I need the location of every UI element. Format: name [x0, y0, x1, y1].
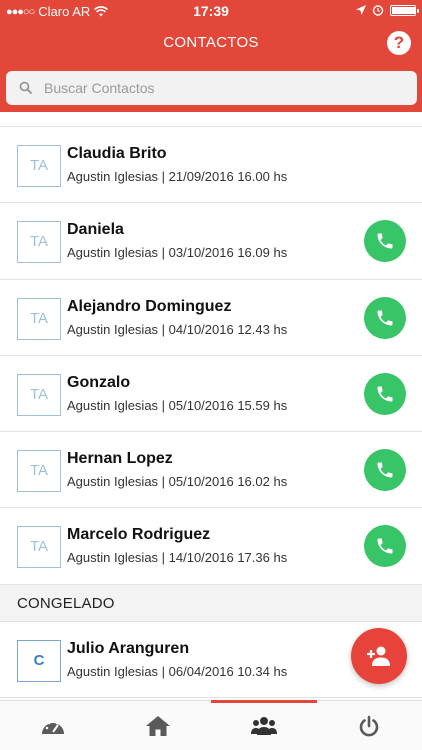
contact-row[interactable]: TA Hernan Lopez Agustin Iglesias | 05/10…	[0, 432, 422, 509]
call-button[interactable]	[364, 220, 406, 263]
status-bar: ●●●○○ Claro AR 17:39	[0, 0, 422, 22]
contact-meta: Agustin Iglesias | 06/04/2016 10.34 hs	[67, 663, 288, 679]
contact-name: Claudia Brito	[67, 145, 167, 162]
section-header-frozen: CONGELADO	[0, 584, 422, 622]
dashboard-icon	[41, 719, 64, 734]
call-button[interactable]	[364, 372, 406, 415]
phone-icon	[377, 462, 393, 478]
contact-name: Julio Aranguren	[67, 639, 190, 657]
call-button[interactable]	[364, 449, 406, 492]
app-screen: ●●●○○ Claro AR 17:39 CONTACTOS ? Buscar …	[0, 0, 422, 750]
phone-icon	[377, 538, 393, 554]
tab-bar	[0, 700, 422, 750]
contact-meta: Agustin Iglesias | 14/10/2016 17.36 hs	[67, 550, 288, 566]
location-icon	[356, 5, 366, 15]
help-button[interactable]: ?	[387, 31, 411, 55]
contact-avatar: TA	[17, 450, 61, 493]
battery-icon	[390, 4, 419, 16]
contact-row[interactable]: TA Claudia Brito Agustin Iglesias | 21/0…	[0, 127, 422, 204]
home-icon	[146, 715, 171, 736]
contact-row[interactable]: TA Gonzalo Agustin Iglesias | 05/10/2016…	[0, 355, 422, 433]
contact-avatar: C	[17, 639, 61, 682]
add-contact-button[interactable]	[351, 628, 407, 684]
power-icon	[360, 715, 379, 736]
contact-avatar: TA	[17, 297, 61, 340]
call-button[interactable]	[364, 525, 406, 568]
contact-name: Daniela	[67, 221, 124, 239]
contact-meta: Agustin Iglesias | 05/10/2016 15.59 hs	[67, 397, 288, 413]
header: ●●●○○ Claro AR 17:39 CONTACTOS ? Buscar …	[0, 0, 422, 112]
contact-meta: Agustin Iglesias | 05/10/2016 16.02 hs	[67, 474, 288, 490]
contact-avatar: TA	[17, 145, 61, 187]
contact-name: Gonzalo	[67, 373, 131, 391]
contact-name: Marcelo Rodriguez	[67, 526, 211, 544]
contact-meta: Agustin Iglesias | 21/09/2016 16.00 hs	[67, 169, 288, 184]
add-person-icon	[367, 646, 390, 666]
phone-icon	[377, 310, 393, 326]
phone-icon	[377, 386, 393, 402]
contact-name: Hernan Lopez	[67, 450, 173, 468]
search-icon	[19, 81, 32, 94]
list-top-divider	[0, 112, 422, 127]
contact-avatar: TA	[17, 373, 61, 416]
contact-row[interactable]: TA Daniela Agustin Iglesias | 03/10/2016…	[0, 203, 422, 280]
contact-row[interactable]: TA Alejandro Dominguez Agustin Iglesias …	[0, 279, 422, 356]
group-icon	[250, 716, 277, 735]
contacts-list[interactable]: TA Claudia Brito Agustin Iglesias | 21/0…	[0, 112, 422, 700]
contact-avatar: TA	[17, 221, 61, 264]
contact-avatar: TA	[17, 526, 61, 569]
phone-icon	[377, 233, 393, 249]
tab-dashboard[interactable]	[0, 701, 106, 750]
search-input[interactable]	[44, 80, 384, 96]
tab-home[interactable]	[106, 701, 212, 750]
contact-meta: Agustin Iglesias | 04/10/2016 12.43 hs	[67, 321, 288, 337]
alarm-icon	[372, 5, 384, 16]
call-button[interactable]	[364, 296, 406, 339]
tab-contacts[interactable]	[211, 700, 317, 750]
tab-logout[interactable]	[317, 701, 422, 750]
search-bar[interactable]	[6, 71, 417, 105]
page-title: CONTACTOS	[163, 34, 259, 51]
contact-meta: Agustin Iglesias | 03/10/2016 16.09 hs	[67, 245, 288, 261]
status-right	[356, 4, 419, 16]
contact-row[interactable]: TA Marcelo Rodriguez Agustin Iglesias | …	[0, 508, 422, 585]
contact-name: Alejandro Dominguez	[67, 297, 232, 315]
